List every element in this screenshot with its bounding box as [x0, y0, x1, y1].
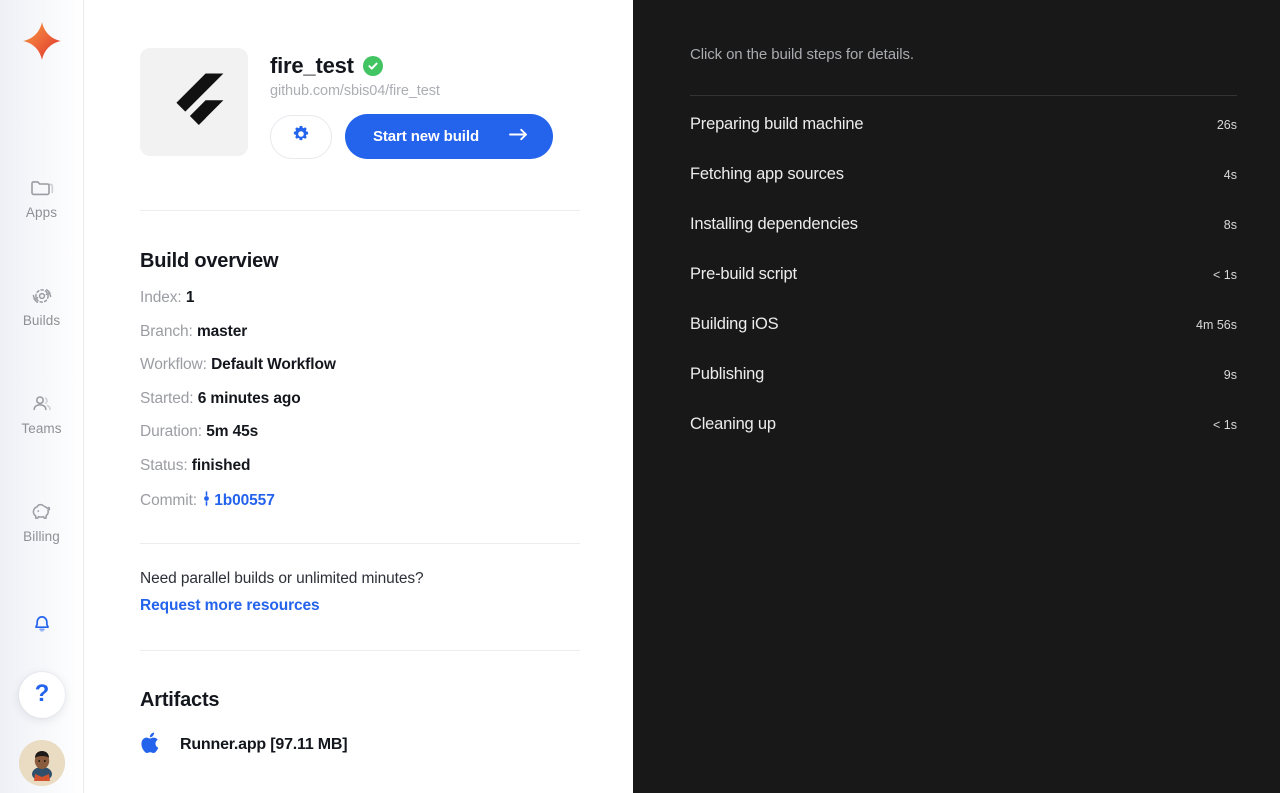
page-title: fire_test	[270, 53, 354, 78]
build-step-duration: 4m 56s	[1196, 318, 1237, 332]
build-step-row[interactable]: Publishing 9s	[690, 365, 1237, 415]
git-commit-icon	[201, 491, 212, 510]
artifact-item[interactable]: Runner.app [97.11 MB]	[140, 730, 633, 761]
artifact-name: Runner.app [97.11 MB]	[180, 736, 348, 753]
overview-value: master	[196, 322, 248, 340]
sidebar-item-builds[interactable]: Builds	[0, 269, 83, 341]
sidebar-item-billing[interactable]: Billing	[0, 485, 83, 557]
repo-url: github.com/sbis04/fire_test	[270, 83, 440, 99]
sidebar-item-label: Billing	[23, 528, 60, 544]
start-new-build-button[interactable]: Start new build	[345, 114, 554, 159]
overview-value: 1	[185, 289, 195, 306]
build-step-duration: 8s	[1223, 218, 1237, 232]
app-title-row: fire_test	[270, 53, 553, 79]
piggy-bank-icon	[29, 499, 55, 525]
build-step-name: Cleaning up	[690, 415, 776, 433]
commit-hash-link[interactable]: 1b00557	[214, 492, 275, 509]
build-step-name: Publishing	[690, 365, 765, 383]
overview-value: 5m 45s	[206, 423, 259, 440]
header-divider	[140, 210, 580, 211]
build-refresh-icon	[29, 283, 55, 309]
build-detail-page: Apps Builds Teams Billing ? fire_test gi…	[0, 0, 1280, 793]
overview-row-workflow: Workflow: Default Workflow	[140, 357, 633, 373]
build-step-name: Preparing build machine	[690, 115, 864, 133]
build-step-row[interactable]: Cleaning up < 1s	[690, 415, 1237, 465]
app-header: fire_test github.com/sbis04/fire_test St…	[140, 0, 633, 159]
build-detail-main: fire_test github.com/sbis04/fire_test St…	[84, 0, 633, 793]
bell-icon	[27, 608, 57, 643]
app-meta: fire_test github.com/sbis04/fire_test St…	[270, 48, 554, 159]
help-question-icon: ?	[34, 680, 50, 707]
user-avatar[interactable]	[19, 740, 65, 786]
overview-label: Branch:	[140, 322, 193, 340]
overview-divider	[140, 542, 580, 544]
build-step-duration: 26s	[1216, 118, 1237, 132]
build-step-name: Installing dependencies	[690, 215, 858, 233]
overview-value: Default Workflow	[211, 356, 336, 373]
notifications-button[interactable]	[0, 608, 84, 643]
build-step-duration: < 1s	[1213, 418, 1237, 432]
promo-text: Need parallel builds or unlimited minute…	[140, 569, 424, 587]
sidebar-item-label: Builds	[22, 312, 61, 328]
app-action-row: Start new build	[270, 114, 554, 159]
overview-row-duration: Duration: 5m 45s	[140, 424, 633, 440]
main-sidebar: Apps Builds Teams Billing ?	[0, 0, 84, 793]
flutter-logo	[140, 48, 248, 156]
build-step-name: Fetching app sources	[690, 165, 844, 183]
overview-value: 6 minutes ago	[197, 389, 301, 407]
sidebar-item-label: Teams	[21, 420, 62, 436]
sidebar-item-teams[interactable]: Teams	[0, 377, 83, 449]
build-overview-heading: Build overview	[140, 250, 279, 272]
artifacts-heading: Artifacts	[140, 688, 220, 711]
promo-divider	[140, 649, 580, 651]
status-badge: finished	[191, 456, 251, 474]
overview-row-started: Started: 6 minutes ago	[140, 389, 633, 407]
build-step-duration: 4s	[1223, 168, 1237, 182]
resources-promo: Need parallel builds or unlimited minute…	[140, 570, 633, 615]
overview-label: Commit:	[140, 492, 197, 509]
start-new-build-label: Start new build	[373, 128, 480, 145]
sidebar-item-apps[interactable]: Apps	[0, 161, 83, 233]
build-steps-panel: Click on the build steps for details. Pr…	[633, 0, 1280, 793]
build-step-row[interactable]: Installing dependencies 8s	[690, 215, 1237, 265]
build-steps-list: Preparing build machine 26s Fetching app…	[690, 115, 1237, 465]
overview-label: Workflow:	[140, 356, 207, 373]
request-more-resources-link[interactable]: Request more resources	[140, 597, 320, 615]
overview-label: Started:	[140, 389, 194, 407]
codemagic-logo[interactable]	[18, 17, 66, 65]
build-step-name: Building iOS	[690, 315, 779, 333]
build-steps-hint: Click on the build steps for details.	[690, 46, 914, 63]
sidebar-item-label: Apps	[25, 204, 58, 220]
steps-header-divider	[690, 95, 1237, 96]
app-settings-button[interactable]	[270, 114, 332, 159]
overview-row-status: Status: finished	[140, 456, 633, 474]
build-overview-list: Index: 1 Branch: master Workflow: Defaul…	[140, 290, 633, 510]
build-step-row[interactable]: Preparing build machine 26s	[690, 115, 1237, 165]
gear-icon	[292, 125, 310, 148]
arrow-right-icon	[509, 128, 528, 145]
folder-icon	[29, 175, 55, 201]
overview-row-branch: Branch: master	[140, 322, 633, 340]
overview-row-commit: Commit: 1b00557	[140, 491, 633, 510]
build-step-name: Pre-build script	[690, 265, 797, 283]
sidebar-nav-list: Apps Builds Teams Billing	[0, 161, 83, 557]
build-step-duration: 9s	[1223, 368, 1237, 382]
overview-label: Status:	[140, 456, 188, 474]
people-icon	[29, 391, 55, 417]
green-check-badge	[362, 56, 383, 76]
build-step-duration: < 1s	[1213, 268, 1237, 282]
overview-row-index: Index: 1	[140, 290, 633, 306]
help-button[interactable]: ?	[19, 672, 65, 718]
build-step-row[interactable]: Fetching app sources 4s	[690, 165, 1237, 215]
build-step-row[interactable]: Building iOS 4m 56s	[690, 315, 1237, 365]
build-step-row[interactable]: Pre-build script < 1s	[690, 265, 1237, 315]
apple-icon	[140, 730, 162, 761]
overview-label: Duration:	[140, 423, 202, 440]
overview-label: Index:	[140, 289, 182, 306]
